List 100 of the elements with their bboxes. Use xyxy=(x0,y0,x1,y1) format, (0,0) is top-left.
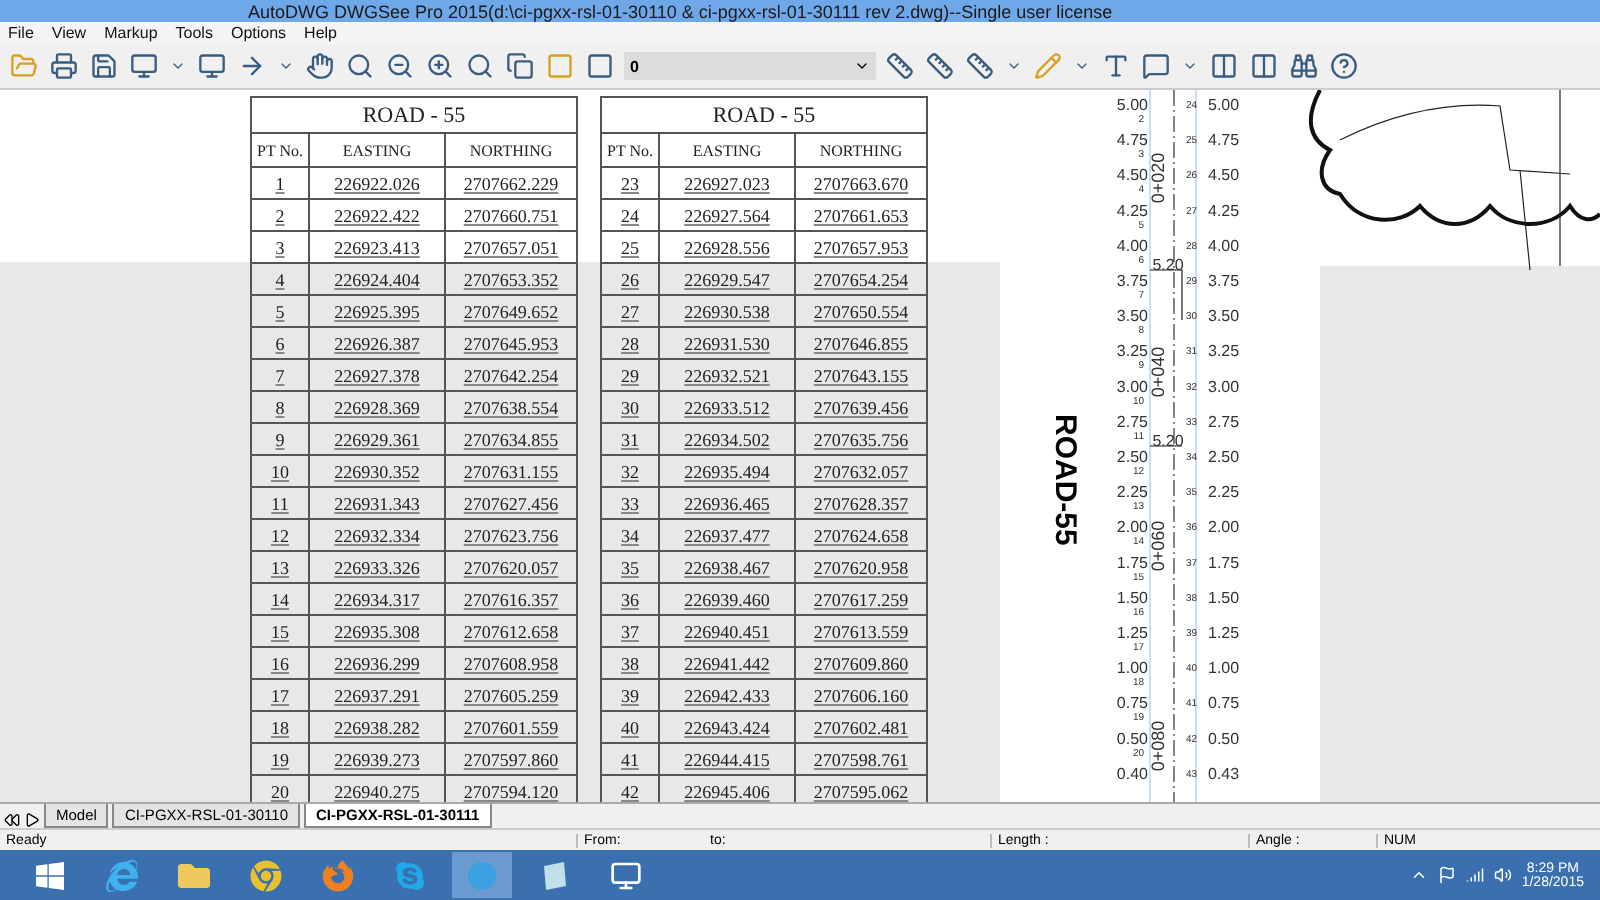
table-cell: 25 xyxy=(601,231,659,263)
columns-button[interactable] xyxy=(1248,50,1280,82)
table-cell: 226937.291 xyxy=(309,679,445,711)
arrow-right-icon xyxy=(238,52,266,80)
zoom-out-button[interactable] xyxy=(384,50,416,82)
table-cell: 14 xyxy=(251,583,309,615)
dropdown-icon xyxy=(1182,58,1198,74)
table-cell: 2707613.559 xyxy=(795,615,927,647)
table-cell: 226923.413 xyxy=(309,231,445,263)
menu-item[interactable]: Options xyxy=(230,24,287,42)
tray-expand-icon[interactable] xyxy=(1409,866,1428,884)
table-cell: 226932.334 xyxy=(309,519,445,551)
level-label: 0.43 xyxy=(1208,764,1240,783)
volume-icon[interactable] xyxy=(1493,866,1512,884)
copy-button[interactable] xyxy=(504,50,536,82)
table-cell: 2707653.352 xyxy=(445,263,577,295)
browser-icon xyxy=(250,859,282,891)
table-cell: 10 xyxy=(251,455,309,487)
table-cell: 2707657.953 xyxy=(795,231,927,263)
table-cell: 41 xyxy=(601,743,659,775)
next-sheet-icon[interactable] xyxy=(24,812,40,828)
menu-item[interactable]: Markup xyxy=(104,24,158,42)
browser-icon xyxy=(322,859,354,891)
table-cell: 2707639.456 xyxy=(795,391,927,423)
column-header: PT No. xyxy=(251,133,309,167)
save-button[interactable] xyxy=(88,50,120,82)
monitor-button[interactable] xyxy=(128,50,160,82)
table-cell: 31 xyxy=(601,423,659,455)
measure-icon xyxy=(966,52,994,80)
width-label: 5.20 xyxy=(1152,256,1184,274)
print-button[interactable] xyxy=(48,50,80,82)
table-cell: 226939.273 xyxy=(309,743,445,775)
table-cell: 2707623.756 xyxy=(445,519,577,551)
first-sheet-icon[interactable] xyxy=(4,812,20,828)
monitor-icon xyxy=(610,859,642,891)
checkbox-button[interactable] xyxy=(584,50,616,82)
level-label: 0.75 xyxy=(1116,694,1148,713)
menu-item[interactable]: View xyxy=(51,24,87,42)
level-label: 1.25 xyxy=(1208,624,1240,642)
comment-button[interactable] xyxy=(1140,50,1172,82)
table-cell: 2707605.259 xyxy=(445,679,577,711)
text-icon xyxy=(1102,52,1130,80)
table-cell: 226944.415 xyxy=(659,743,795,775)
chainage-label: 0+020 xyxy=(1148,152,1168,204)
table-cell: 226935.494 xyxy=(659,455,795,487)
menu-item[interactable]: Tools xyxy=(175,24,213,42)
level-label: 2.75 xyxy=(1116,412,1148,431)
binoculars-button[interactable] xyxy=(1288,50,1320,82)
table-cell: 2707650.554 xyxy=(795,295,927,327)
layer-dropdown[interactable]: 0 xyxy=(624,52,876,80)
menu-item[interactable]: Help xyxy=(304,24,337,42)
table-cell: 226927.378 xyxy=(309,359,445,391)
table-cell: 16 xyxy=(251,647,309,679)
zoom-search-button[interactable] xyxy=(344,50,376,82)
zoom-search-button[interactable] xyxy=(464,50,496,82)
level-label: 1.75 xyxy=(1116,553,1148,572)
table-cell: 4 xyxy=(251,263,309,295)
table-cell: 2707632.057 xyxy=(795,455,927,487)
table-cell: 2707638.554 xyxy=(445,391,577,423)
chainage-label: 0+060 xyxy=(1148,520,1168,572)
compare-icon xyxy=(1210,52,1238,80)
dropdown-icon xyxy=(278,58,294,74)
pan-hand-button[interactable] xyxy=(304,50,336,82)
column-header: EASTING xyxy=(309,133,445,167)
compare-button[interactable] xyxy=(1208,50,1240,82)
table-cell: 2707660.751 xyxy=(445,199,577,231)
level-label: 3.75 xyxy=(1116,272,1148,290)
table-cell: 35 xyxy=(601,551,659,583)
menu-item[interactable]: File xyxy=(8,24,34,42)
table-cell: 36 xyxy=(601,583,659,615)
level-label: 1.50 xyxy=(1116,588,1148,607)
table-cell: 226931.530 xyxy=(659,327,795,359)
level-label: 3.50 xyxy=(1208,307,1240,326)
ruler-button[interactable] xyxy=(924,50,956,82)
flag-icon[interactable] xyxy=(1437,866,1456,884)
table-cell: 34 xyxy=(601,519,659,551)
table-cell: 226936.299 xyxy=(309,647,445,679)
level-label: 2.25 xyxy=(1208,483,1240,502)
zoom-in-button[interactable] xyxy=(424,50,456,82)
table-cell: 13 xyxy=(251,551,309,583)
table-cell: 2707631.155 xyxy=(445,455,577,487)
table-cell: 226932.521 xyxy=(659,359,795,391)
help-button[interactable] xyxy=(1328,50,1360,82)
zoom-out-icon xyxy=(386,52,414,80)
text-button[interactable] xyxy=(1100,50,1132,82)
table-cell: 1 xyxy=(251,167,309,199)
table-cell: 226943.424 xyxy=(659,711,795,743)
measure-button[interactable] xyxy=(964,50,996,82)
level-label: 0.40 xyxy=(1116,764,1148,783)
level-label: 5.00 xyxy=(1208,96,1240,114)
ruler-button[interactable] xyxy=(884,50,916,82)
table-cell: 2707628.357 xyxy=(795,487,927,519)
screen-button[interactable] xyxy=(196,50,228,82)
table-cell: 226936.465 xyxy=(659,487,795,519)
table-cell: 5 xyxy=(251,295,309,327)
table-cell: 2707616.357 xyxy=(445,583,577,615)
signal-icon[interactable] xyxy=(1465,866,1484,884)
table-cell: 3 xyxy=(251,231,309,263)
table-cell: 2707635.756 xyxy=(795,423,927,455)
table-cell: 23 xyxy=(601,167,659,199)
